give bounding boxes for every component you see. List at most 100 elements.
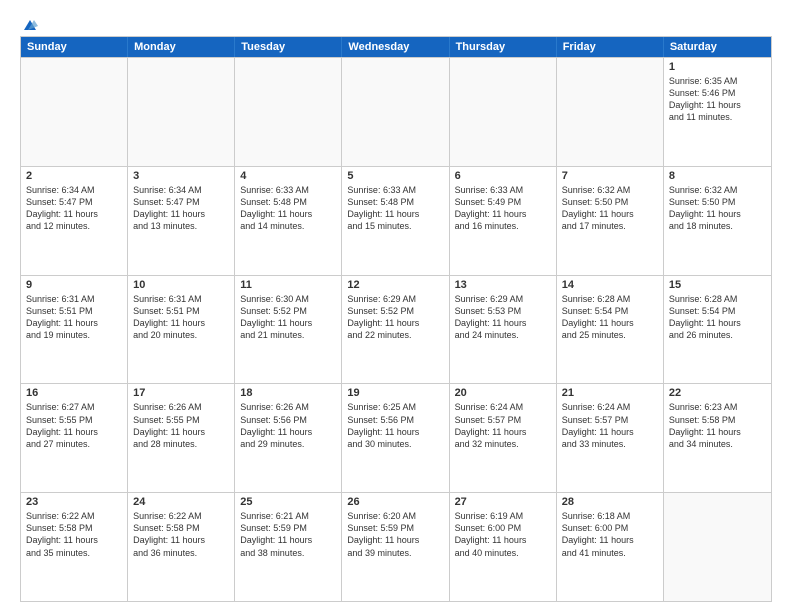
cell-details: Sunrise: 6:22 AM Sunset: 5:58 PM Dayligh… [26, 510, 122, 559]
calendar-cell: 3 Sunrise: 6:34 AM Sunset: 5:47 PM Daylig… [128, 167, 235, 275]
logo-icon [22, 18, 38, 32]
day-number: 11 [240, 279, 336, 291]
calendar-cell: 20Sunrise: 6:24 AM Sunset: 5:57 PM Dayli… [450, 384, 557, 492]
cell-details: Sunrise: 6:34 AM Sunset: 5:47 PM Dayligh… [133, 184, 229, 233]
day-number: 3 [133, 170, 229, 182]
calendar-cell: 16 Sunrise: 6:27 AM Sunset: 5:55 PM Dayli… [21, 384, 128, 492]
cell-details: Sunrise: 6:19 AM Sunset: 6:00 PM Dayligh… [455, 510, 551, 559]
cell-details: Sunrise: 6:33 AM Sunset: 5:48 PM Dayligh… [240, 184, 336, 233]
cell-details: Sunrise: 6:21 AM Sunset: 5:59 PM Dayligh… [240, 510, 336, 559]
cell-details: Sunrise: 6:31 AM Sunset: 5:51 PM Dayligh… [133, 293, 229, 342]
cell-details: Sunrise: 6:28 AM Sunset: 5:54 PM Dayligh… [562, 293, 658, 342]
day-number: 1 [669, 61, 766, 73]
calendar-cell [450, 58, 557, 166]
cell-details: Sunrise: 6:25 AM Sunset: 5:56 PM Dayligh… [347, 401, 443, 450]
day-number: 19 [347, 387, 443, 399]
calendar-cell [342, 58, 449, 166]
day-number: 26 [347, 496, 443, 508]
day-number: 7 [562, 170, 658, 182]
cell-details: Sunrise: 6:32 AM Sunset: 5:50 PM Dayligh… [562, 184, 658, 233]
calendar-cell: 23 Sunrise: 6:22 AM Sunset: 5:58 PM Dayli… [21, 493, 128, 601]
day-number: 10 [133, 279, 229, 291]
calendar-cell: 28 Sunrise: 6:18 AM Sunset: 6:00 PM Dayli… [557, 493, 664, 601]
day-number: 13 [455, 279, 551, 291]
cell-details: Sunrise: 6:18 AM Sunset: 6:00 PM Dayligh… [562, 510, 658, 559]
calendar-cell: 14Sunrise: 6:28 AM Sunset: 5:54 PM Dayli… [557, 276, 664, 384]
calendar-cell: 5Sunrise: 6:33 AM Sunset: 5:48 PM Daylig… [342, 167, 449, 275]
logo [20, 18, 40, 28]
cell-details: Sunrise: 6:28 AM Sunset: 5:54 PM Dayligh… [669, 293, 766, 342]
cell-details: Sunrise: 6:29 AM Sunset: 5:52 PM Dayligh… [347, 293, 443, 342]
header-day-sunday: Sunday [21, 37, 128, 57]
calendar-cell: 15 Sunrise: 6:28 AM Sunset: 5:54 PM Dayli… [664, 276, 771, 384]
header-day-friday: Friday [557, 37, 664, 57]
calendar-row-4: 23 Sunrise: 6:22 AM Sunset: 5:58 PM Dayli… [21, 492, 771, 601]
cell-details: Sunrise: 6:31 AM Sunset: 5:51 PM Dayligh… [26, 293, 122, 342]
cell-details: Sunrise: 6:35 AM Sunset: 5:46 PM Dayligh… [669, 75, 766, 124]
cell-details: Sunrise: 6:34 AM Sunset: 5:47 PM Dayligh… [26, 184, 122, 233]
calendar-row-0: 1 Sunrise: 6:35 AM Sunset: 5:46 PM Daylig… [21, 57, 771, 166]
calendar-cell [557, 58, 664, 166]
cell-details: Sunrise: 6:32 AM Sunset: 5:50 PM Dayligh… [669, 184, 766, 233]
calendar-cell [128, 58, 235, 166]
page: SundayMondayTuesdayWednesdayThursdayFrid… [0, 0, 792, 612]
calendar-cell [664, 493, 771, 601]
cell-details: Sunrise: 6:27 AM Sunset: 5:55 PM Dayligh… [26, 401, 122, 450]
cell-details: Sunrise: 6:20 AM Sunset: 5:59 PM Dayligh… [347, 510, 443, 559]
day-number: 15 [669, 279, 766, 291]
header-day-monday: Monday [128, 37, 235, 57]
calendar-cell: 25 Sunrise: 6:21 AM Sunset: 5:59 PM Dayli… [235, 493, 342, 601]
day-number: 2 [26, 170, 122, 182]
cell-details: Sunrise: 6:24 AM Sunset: 5:57 PM Dayligh… [455, 401, 551, 450]
day-number: 24 [133, 496, 229, 508]
calendar-cell: 9 Sunrise: 6:31 AM Sunset: 5:51 PM Daylig… [21, 276, 128, 384]
day-number: 6 [455, 170, 551, 182]
day-number: 25 [240, 496, 336, 508]
day-number: 8 [669, 170, 766, 182]
header-day-saturday: Saturday [664, 37, 771, 57]
header [20, 18, 772, 28]
day-number: 16 [26, 387, 122, 399]
calendar-cell: 12 Sunrise: 6:29 AM Sunset: 5:52 PM Dayli… [342, 276, 449, 384]
calendar-row-1: 2 Sunrise: 6:34 AM Sunset: 5:47 PM Daylig… [21, 166, 771, 275]
calendar-cell: 27 Sunrise: 6:19 AM Sunset: 6:00 PM Dayli… [450, 493, 557, 601]
calendar-row-2: 9 Sunrise: 6:31 AM Sunset: 5:51 PM Daylig… [21, 275, 771, 384]
day-number: 9 [26, 279, 122, 291]
cell-details: Sunrise: 6:24 AM Sunset: 5:57 PM Dayligh… [562, 401, 658, 450]
day-number: 17 [133, 387, 229, 399]
calendar-body: 1 Sunrise: 6:35 AM Sunset: 5:46 PM Daylig… [21, 57, 771, 601]
day-number: 22 [669, 387, 766, 399]
calendar-cell: 17 Sunrise: 6:26 AM Sunset: 5:55 PM Dayli… [128, 384, 235, 492]
day-number: 18 [240, 387, 336, 399]
header-day-tuesday: Tuesday [235, 37, 342, 57]
cell-details: Sunrise: 6:26 AM Sunset: 5:56 PM Dayligh… [240, 401, 336, 450]
day-number: 4 [240, 170, 336, 182]
day-number: 27 [455, 496, 551, 508]
calendar-cell: 11 Sunrise: 6:30 AM Sunset: 5:52 PM Dayli… [235, 276, 342, 384]
calendar: SundayMondayTuesdayWednesdayThursdayFrid… [20, 36, 772, 602]
cell-details: Sunrise: 6:29 AM Sunset: 5:53 PM Dayligh… [455, 293, 551, 342]
header-day-wednesday: Wednesday [342, 37, 449, 57]
day-number: 28 [562, 496, 658, 508]
calendar-cell: 8 Sunrise: 6:32 AM Sunset: 5:50 PM Daylig… [664, 167, 771, 275]
calendar-cell: 10 Sunrise: 6:31 AM Sunset: 5:51 PM Dayli… [128, 276, 235, 384]
calendar-cell: 6 Sunrise: 6:33 AM Sunset: 5:49 PM Daylig… [450, 167, 557, 275]
cell-details: Sunrise: 6:23 AM Sunset: 5:58 PM Dayligh… [669, 401, 766, 450]
calendar-cell: 26 Sunrise: 6:20 AM Sunset: 5:59 PM Dayli… [342, 493, 449, 601]
cell-details: Sunrise: 6:30 AM Sunset: 5:52 PM Dayligh… [240, 293, 336, 342]
calendar-cell: 24Sunrise: 6:22 AM Sunset: 5:58 PM Dayli… [128, 493, 235, 601]
calendar-cell: 13 Sunrise: 6:29 AM Sunset: 5:53 PM Dayli… [450, 276, 557, 384]
calendar-cell: 1 Sunrise: 6:35 AM Sunset: 5:46 PM Daylig… [664, 58, 771, 166]
cell-details: Sunrise: 6:33 AM Sunset: 5:48 PM Dayligh… [347, 184, 443, 233]
calendar-cell [21, 58, 128, 166]
calendar-cell: 2 Sunrise: 6:34 AM Sunset: 5:47 PM Daylig… [21, 167, 128, 275]
day-number: 23 [26, 496, 122, 508]
calendar-cell: 22 Sunrise: 6:23 AM Sunset: 5:58 PM Dayli… [664, 384, 771, 492]
calendar-cell: 7 Sunrise: 6:32 AM Sunset: 5:50 PM Daylig… [557, 167, 664, 275]
day-number: 21 [562, 387, 658, 399]
calendar-cell: 4 Sunrise: 6:33 AM Sunset: 5:48 PM Daylig… [235, 167, 342, 275]
cell-details: Sunrise: 6:33 AM Sunset: 5:49 PM Dayligh… [455, 184, 551, 233]
day-number: 12 [347, 279, 443, 291]
cell-details: Sunrise: 6:26 AM Sunset: 5:55 PM Dayligh… [133, 401, 229, 450]
calendar-row-3: 16 Sunrise: 6:27 AM Sunset: 5:55 PM Dayli… [21, 383, 771, 492]
